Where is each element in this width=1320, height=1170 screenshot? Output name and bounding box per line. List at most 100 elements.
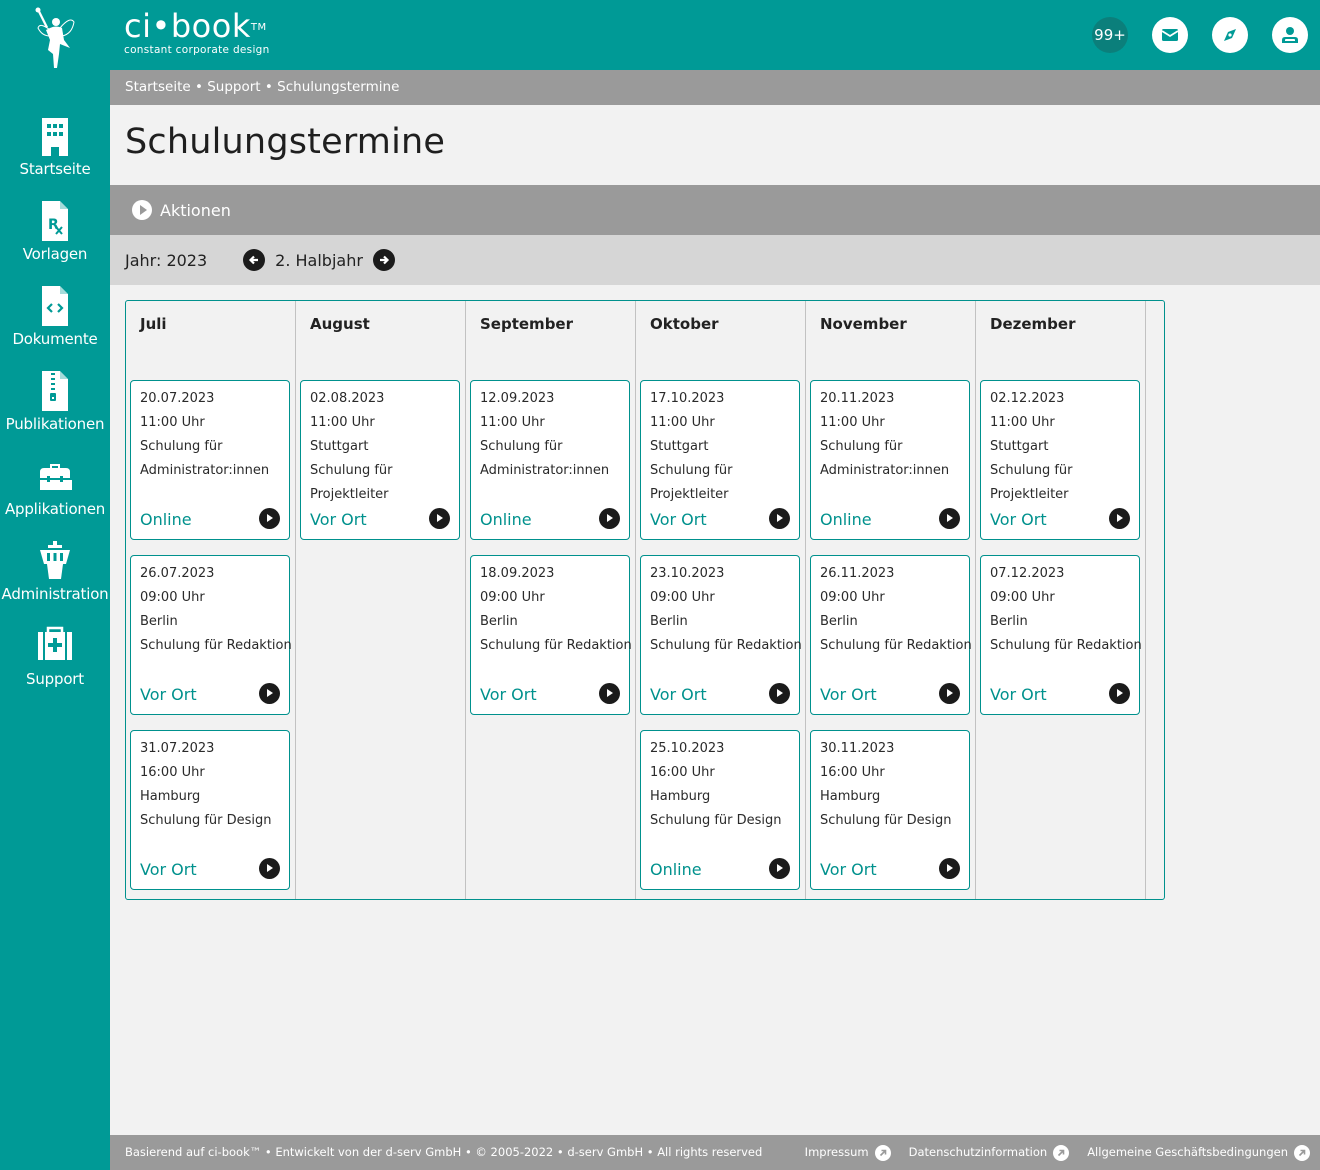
- event-detail: Schulung für: [820, 439, 903, 454]
- play-circle-icon[interactable]: [939, 683, 960, 704]
- event-mode-link[interactable]: Vor Ort: [480, 685, 537, 704]
- event-date: 31.07.2023: [140, 741, 215, 756]
- breadcrumb: Startseite • Support • Schulungstermine: [110, 70, 1320, 105]
- sidebar-item-administration[interactable]: Administration: [0, 537, 110, 622]
- event-card[interactable]: 07.12.2023 09:00 Uhr Berlin Schulung für Re…: [980, 555, 1142, 715]
- breadcrumb-item[interactable]: Startseite: [125, 79, 191, 95]
- sidebar-item-support[interactable]: Support: [0, 622, 110, 707]
- play-circle-icon[interactable]: [939, 858, 960, 879]
- play-circle-icon[interactable]: [599, 508, 620, 529]
- arrow-right-icon: [379, 255, 389, 265]
- event-detail: Schulung für Redaktion: [820, 638, 972, 653]
- fairy-logo-icon[interactable]: [30, 6, 80, 70]
- next-period-button[interactable]: [372, 249, 395, 271]
- event-card[interactable]: 02.08.2023 11:00 Uhr Stuttgart Schulung für…: [300, 380, 460, 540]
- month-column: Dezember 02.12.2023 11:00 Uhr Stuttgart Schu…: [976, 301, 1146, 899]
- play-circle-icon[interactable]: [259, 683, 280, 704]
- play-circle-icon[interactable]: [769, 858, 790, 879]
- event-detail: Schulung für: [990, 463, 1073, 478]
- event-mode-link[interactable]: Vor Ort: [140, 685, 197, 704]
- event-mode-link[interactable]: Online: [820, 510, 872, 529]
- event-mode-link[interactable]: Vor Ort: [310, 510, 367, 529]
- event-detail: Hamburg: [820, 789, 881, 804]
- event-mode-link[interactable]: Vor Ort: [990, 685, 1047, 704]
- play-circle-icon[interactable]: [769, 683, 790, 704]
- actions-label: Aktionen: [160, 200, 231, 220]
- breadcrumb-item[interactable]: Support: [207, 79, 260, 95]
- event-card[interactable]: 17.10.2023 11:00 Uhr Stuttgart Schulung für…: [640, 380, 800, 540]
- footer-link-agb[interactable]: Allgemeine Geschäftsbedingungen: [1087, 1135, 1310, 1170]
- event-detail: Schulung für: [650, 463, 733, 478]
- event-time: 09:00 Uhr: [480, 590, 545, 605]
- event-detail: Schulung für: [480, 439, 563, 454]
- event-mode-link[interactable]: Vor Ort: [820, 860, 877, 879]
- compass-button[interactable]: [1212, 17, 1248, 53]
- mail-button[interactable]: [1152, 17, 1188, 53]
- first-aid-icon: [38, 626, 72, 660]
- event-mode-link[interactable]: Vor Ort: [990, 510, 1047, 529]
- play-circle-icon[interactable]: [1109, 508, 1130, 529]
- sidebar-item-startseite[interactable]: Startseite: [0, 112, 110, 197]
- play-circle-icon[interactable]: [599, 683, 620, 704]
- event-card[interactable]: 20.07.2023 11:00 Uhr Schulung für Administr…: [130, 380, 290, 540]
- play-circle-icon[interactable]: [429, 508, 450, 529]
- event-mode-link[interactable]: Vor Ort: [650, 510, 707, 529]
- play-circle-icon[interactable]: [259, 858, 280, 879]
- event-detail: Hamburg: [140, 789, 201, 804]
- event-card[interactable]: 25.10.2023 16:00 Uhr Hamburg Schulung für D…: [640, 730, 800, 890]
- event-mode-link[interactable]: Online: [140, 510, 192, 529]
- brand-tagline: constant corporate design: [124, 44, 270, 56]
- event-mode-link[interactable]: Online: [650, 860, 702, 879]
- page-title: Schulungstermine: [125, 122, 446, 162]
- sidebar-item-label: Publikationen: [5, 415, 105, 433]
- event-mode-link[interactable]: Vor Ort: [140, 860, 197, 879]
- play-circle-icon[interactable]: [939, 508, 960, 529]
- event-card[interactable]: 12.09.2023 11:00 Uhr Schulung für Administr…: [470, 380, 630, 540]
- external-link-icon: [874, 1144, 891, 1161]
- sidebar-item-applikationen[interactable]: Applikationen: [0, 452, 110, 537]
- play-circle-icon[interactable]: [769, 508, 790, 529]
- sidebar-item-vorlagen[interactable]: R Vorlagen: [0, 197, 110, 282]
- actions-toggle[interactable]: Aktionen: [110, 185, 1320, 235]
- event-detail: Hamburg: [650, 789, 711, 804]
- previous-period-button[interactable]: [243, 249, 266, 271]
- brand-logo[interactable]: ci•bookTM constant corporate design: [124, 8, 270, 56]
- breadcrumb-separator: •: [190, 79, 208, 95]
- event-mode-link[interactable]: Vor Ort: [650, 685, 707, 704]
- event-detail: Berlin: [480, 614, 518, 629]
- event-mode-link[interactable]: Online: [480, 510, 532, 529]
- event-date: 02.08.2023: [310, 391, 385, 406]
- sidebar-item-label: Startseite: [19, 160, 91, 178]
- event-card[interactable]: 20.11.2023 11:00 Uhr Schulung für Administr…: [810, 380, 970, 540]
- event-card[interactable]: 23.10.2023 09:00 Uhr Berlin Schulung für Re…: [640, 555, 802, 715]
- play-circle-icon[interactable]: [259, 508, 280, 529]
- event-card[interactable]: 02.12.2023 11:00 Uhr Stuttgart Schulung für…: [980, 380, 1140, 540]
- event-card[interactable]: 18.09.2023 09:00 Uhr Berlin Schulung für Re…: [470, 555, 632, 715]
- event-card[interactable]: 26.11.2023 09:00 Uhr Berlin Schulung für Re…: [810, 555, 972, 715]
- event-card[interactable]: 26.07.2023 09:00 Uhr Berlin Schulung für Re…: [130, 555, 292, 715]
- footer: Basierend auf ci-book™ • Entwickelt von …: [110, 1135, 1320, 1170]
- notification-badge[interactable]: 99+: [1092, 17, 1128, 53]
- event-time: 11:00 Uhr: [480, 415, 545, 430]
- event-card[interactable]: 30.11.2023 16:00 Uhr Hamburg Schulung für D…: [810, 730, 970, 890]
- event-mode-link[interactable]: Vor Ort: [820, 685, 877, 704]
- month-name: August: [310, 315, 370, 333]
- zip-file-icon: [42, 371, 68, 411]
- user-button[interactable]: [1272, 17, 1308, 53]
- sidebar-item-publikationen[interactable]: Publikationen: [0, 367, 110, 452]
- play-circle-icon[interactable]: [1109, 683, 1130, 704]
- footer-link-impressum[interactable]: Impressum: [805, 1135, 891, 1170]
- sidebar-item-dokumente[interactable]: Dokumente: [0, 282, 110, 367]
- month-column: September 12.09.2023 11:00 Uhr Schulung für…: [466, 301, 636, 899]
- sidebar-nav: Startseite R Vorlagen Dokumente Publikat…: [0, 112, 110, 707]
- footer-link-datenschutz[interactable]: Datenschutzinformation: [909, 1135, 1070, 1170]
- play-circle-icon: [132, 200, 152, 220]
- event-detail: Schulung für Design: [140, 813, 272, 828]
- event-date: 25.10.2023: [650, 741, 725, 756]
- event-card[interactable]: 31.07.2023 16:00 Uhr Hamburg Schulung für D…: [130, 730, 290, 890]
- event-date: 26.11.2023: [820, 566, 895, 581]
- event-time: 09:00 Uhr: [650, 590, 715, 605]
- month-column: August 02.08.2023 11:00 Uhr Stuttgart Schulu…: [296, 301, 466, 899]
- code-file-icon: [42, 286, 68, 326]
- event-date: 02.12.2023: [990, 391, 1065, 406]
